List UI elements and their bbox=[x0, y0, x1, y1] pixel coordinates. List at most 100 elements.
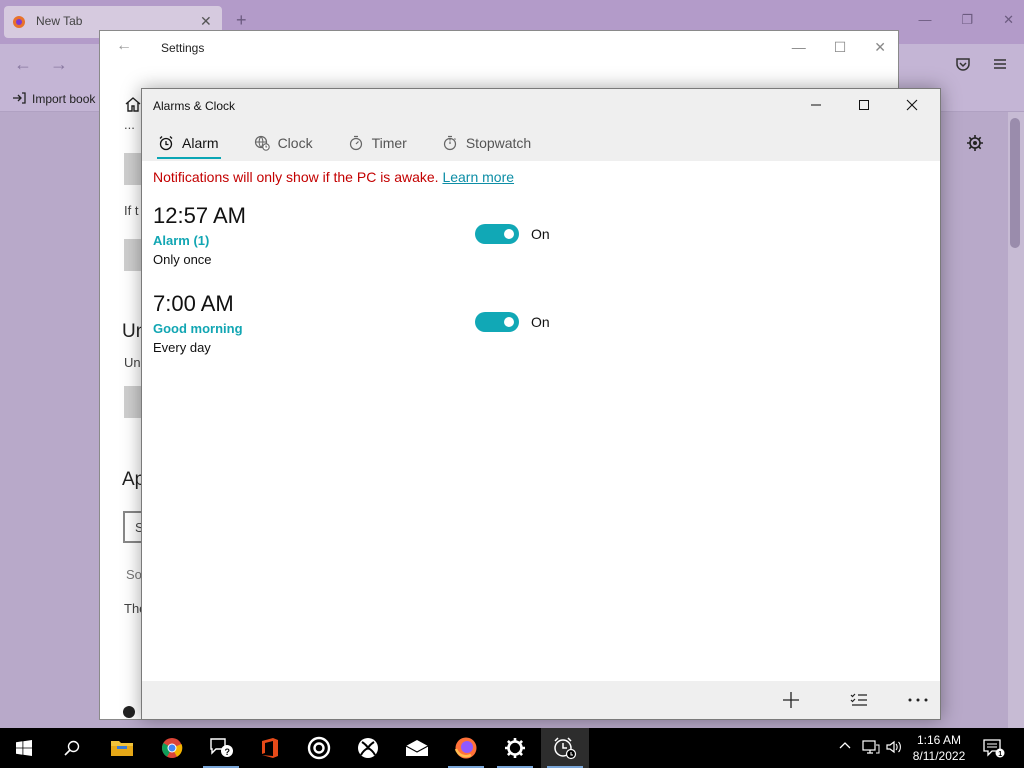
alarm-repeat: Every day bbox=[153, 340, 211, 355]
toggle-knob bbox=[504, 317, 514, 327]
gear-icon[interactable] bbox=[966, 134, 984, 152]
tab-label: Alarm bbox=[182, 135, 219, 151]
start-icon bbox=[16, 740, 32, 756]
window-title: Alarms & Clock bbox=[153, 99, 236, 113]
taskbar-settings[interactable] bbox=[491, 728, 539, 768]
file-explorer-icon bbox=[111, 741, 133, 756]
firefox-icon bbox=[454, 737, 477, 759]
firefox-tab-favicon-icon bbox=[12, 15, 26, 29]
firefox-scrollbar-thumb[interactable] bbox=[1010, 118, 1020, 248]
learn-more-link[interactable]: Learn more bbox=[442, 169, 514, 185]
close-button[interactable] bbox=[888, 89, 936, 121]
tab-timer[interactable]: Timer bbox=[346, 129, 409, 157]
import-bookmarks-link[interactable]: Import book bbox=[32, 92, 95, 106]
back-arrow-icon[interactable]: ← bbox=[116, 37, 132, 55]
settings-button-fragment bbox=[124, 153, 142, 185]
settings-text-fragment: If t bbox=[124, 203, 139, 218]
maximize-icon bbox=[859, 100, 869, 110]
settings-text-fragment: So bbox=[126, 567, 142, 582]
start-button[interactable] bbox=[0, 728, 48, 768]
mail-icon bbox=[405, 740, 429, 756]
clock-date: 8/11/2022 bbox=[912, 749, 966, 763]
plus-icon bbox=[783, 692, 799, 708]
menu-icon[interactable] bbox=[992, 56, 1008, 72]
taskbar-file-explorer[interactable] bbox=[98, 728, 146, 768]
tab-stopwatch[interactable]: Stopwatch bbox=[440, 129, 533, 157]
tab-label: Timer bbox=[371, 135, 407, 151]
settings-text-fragment: Un bbox=[124, 355, 141, 370]
back-icon[interactable]: ← bbox=[14, 54, 32, 75]
groove-music-icon bbox=[307, 736, 331, 760]
taskbar: ? 1:16 AM 8/11/2022 1 bbox=[0, 728, 1024, 768]
select-alarms-button[interactable] bbox=[837, 681, 881, 719]
more-options-button[interactable] bbox=[896, 681, 940, 719]
close-icon[interactable]: ✕ bbox=[1003, 12, 1014, 28]
home-icon[interactable] bbox=[124, 95, 142, 113]
search-icon bbox=[64, 740, 80, 756]
help-icon[interactable] bbox=[122, 705, 136, 719]
multi-select-icon bbox=[850, 693, 867, 706]
toggle-knob bbox=[504, 229, 514, 239]
taskbar-chrome[interactable] bbox=[148, 728, 196, 768]
show-hidden-icons-icon[interactable] bbox=[839, 740, 851, 750]
notice-text: Notifications will only show if the PC i… bbox=[153, 169, 439, 185]
alarms-clock-icon bbox=[554, 737, 577, 760]
world-clock-icon bbox=[254, 135, 270, 151]
new-tab-icon[interactable]: + bbox=[236, 10, 247, 31]
minimize-button[interactable] bbox=[792, 89, 840, 121]
notification-notice: Notifications will only show if the PC i… bbox=[153, 169, 514, 185]
notifications-icon[interactable]: 1 bbox=[983, 738, 1005, 758]
alarm-toggle[interactable] bbox=[475, 312, 519, 332]
forward-icon[interactable]: → bbox=[50, 54, 68, 75]
xbox-icon bbox=[358, 738, 378, 758]
pocket-icon[interactable] bbox=[955, 56, 971, 72]
volume-icon[interactable] bbox=[885, 739, 903, 755]
taskbar-xbox[interactable] bbox=[344, 728, 392, 768]
taskbar-firefox[interactable] bbox=[442, 728, 490, 768]
stopwatch-icon bbox=[443, 135, 456, 151]
minimize-icon bbox=[811, 104, 821, 106]
toggle-state-label: On bbox=[531, 226, 550, 242]
add-alarm-button[interactable] bbox=[769, 681, 813, 719]
close-tab-icon[interactable]: ✕ bbox=[200, 13, 212, 30]
tab-label: Clock bbox=[277, 135, 313, 151]
close-icon[interactable]: ✕ bbox=[874, 39, 886, 56]
taskbar-feedback-hub[interactable]: ? bbox=[197, 728, 245, 768]
network-icon[interactable] bbox=[862, 739, 880, 755]
restore-icon[interactable]: ❐ bbox=[961, 12, 973, 28]
alarms-tabs: Alarm Clock Timer Stopwatch bbox=[156, 129, 533, 159]
settings-title: Settings bbox=[161, 41, 205, 55]
settings-window-controls: — ☐ ✕ bbox=[792, 39, 886, 56]
taskbar-alarms-clock[interactable] bbox=[541, 728, 589, 768]
taskbar-office[interactable] bbox=[246, 728, 294, 768]
toggle-state-label: On bbox=[531, 314, 550, 330]
settings-button-fragment bbox=[124, 239, 142, 271]
close-icon bbox=[906, 99, 918, 111]
alarm-repeat: Only once bbox=[153, 252, 212, 267]
maximize-icon[interactable]: ☐ bbox=[834, 39, 847, 56]
maximize-button[interactable] bbox=[840, 89, 888, 121]
firefox-tab-title: New Tab bbox=[36, 14, 83, 28]
taskbar-mail[interactable] bbox=[393, 728, 441, 768]
svg-text:?: ? bbox=[225, 747, 231, 757]
command-bar bbox=[142, 681, 940, 719]
settings-fragment: ... bbox=[124, 117, 135, 132]
taskbar-groove-music[interactable] bbox=[295, 728, 343, 768]
tab-alarm[interactable]: Alarm bbox=[156, 129, 221, 159]
chrome-icon bbox=[162, 738, 183, 758]
settings-icon bbox=[505, 738, 525, 758]
alarm-clock-icon bbox=[159, 136, 173, 151]
svg-text:1: 1 bbox=[998, 751, 1002, 758]
import-icon bbox=[12, 91, 26, 105]
minimize-icon[interactable]: — bbox=[792, 39, 806, 56]
window-controls bbox=[792, 89, 940, 121]
firefox-window-controls: — ❐ ✕ bbox=[918, 12, 1014, 28]
system-clock[interactable]: 1:16 AM 8/11/2022 bbox=[904, 732, 974, 764]
settings-button-fragment bbox=[124, 386, 142, 418]
tab-label: Stopwatch bbox=[465, 135, 532, 151]
alarm-toggle[interactable] bbox=[475, 224, 519, 244]
search-button[interactable] bbox=[48, 728, 96, 768]
tab-clock[interactable]: Clock bbox=[252, 129, 315, 157]
minimize-icon[interactable]: — bbox=[918, 12, 931, 28]
alarms-clock-window: Alarms & Clock Alarm Clock Timer Stopwat… bbox=[141, 88, 941, 720]
